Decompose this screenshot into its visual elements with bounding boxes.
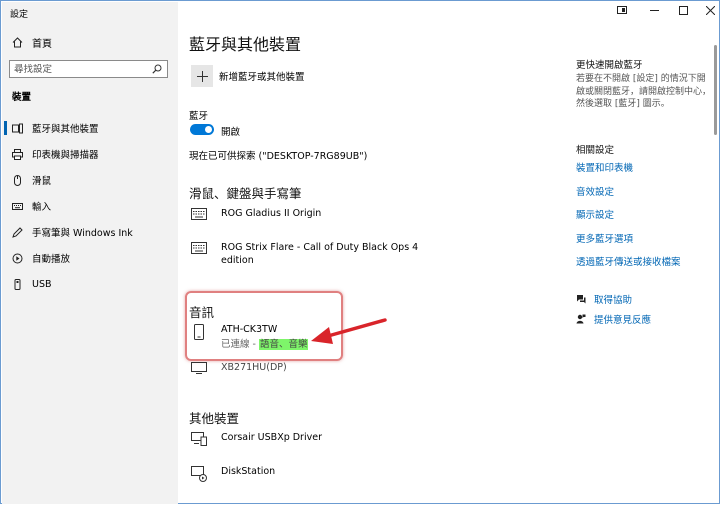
annotation-arrow-icon bbox=[311, 318, 387, 344]
settings-window: 設定 首頁 裝置 藍牙與其他裝置 印表機與掃描器 滑鼠 輸入 bbox=[0, 0, 720, 504]
